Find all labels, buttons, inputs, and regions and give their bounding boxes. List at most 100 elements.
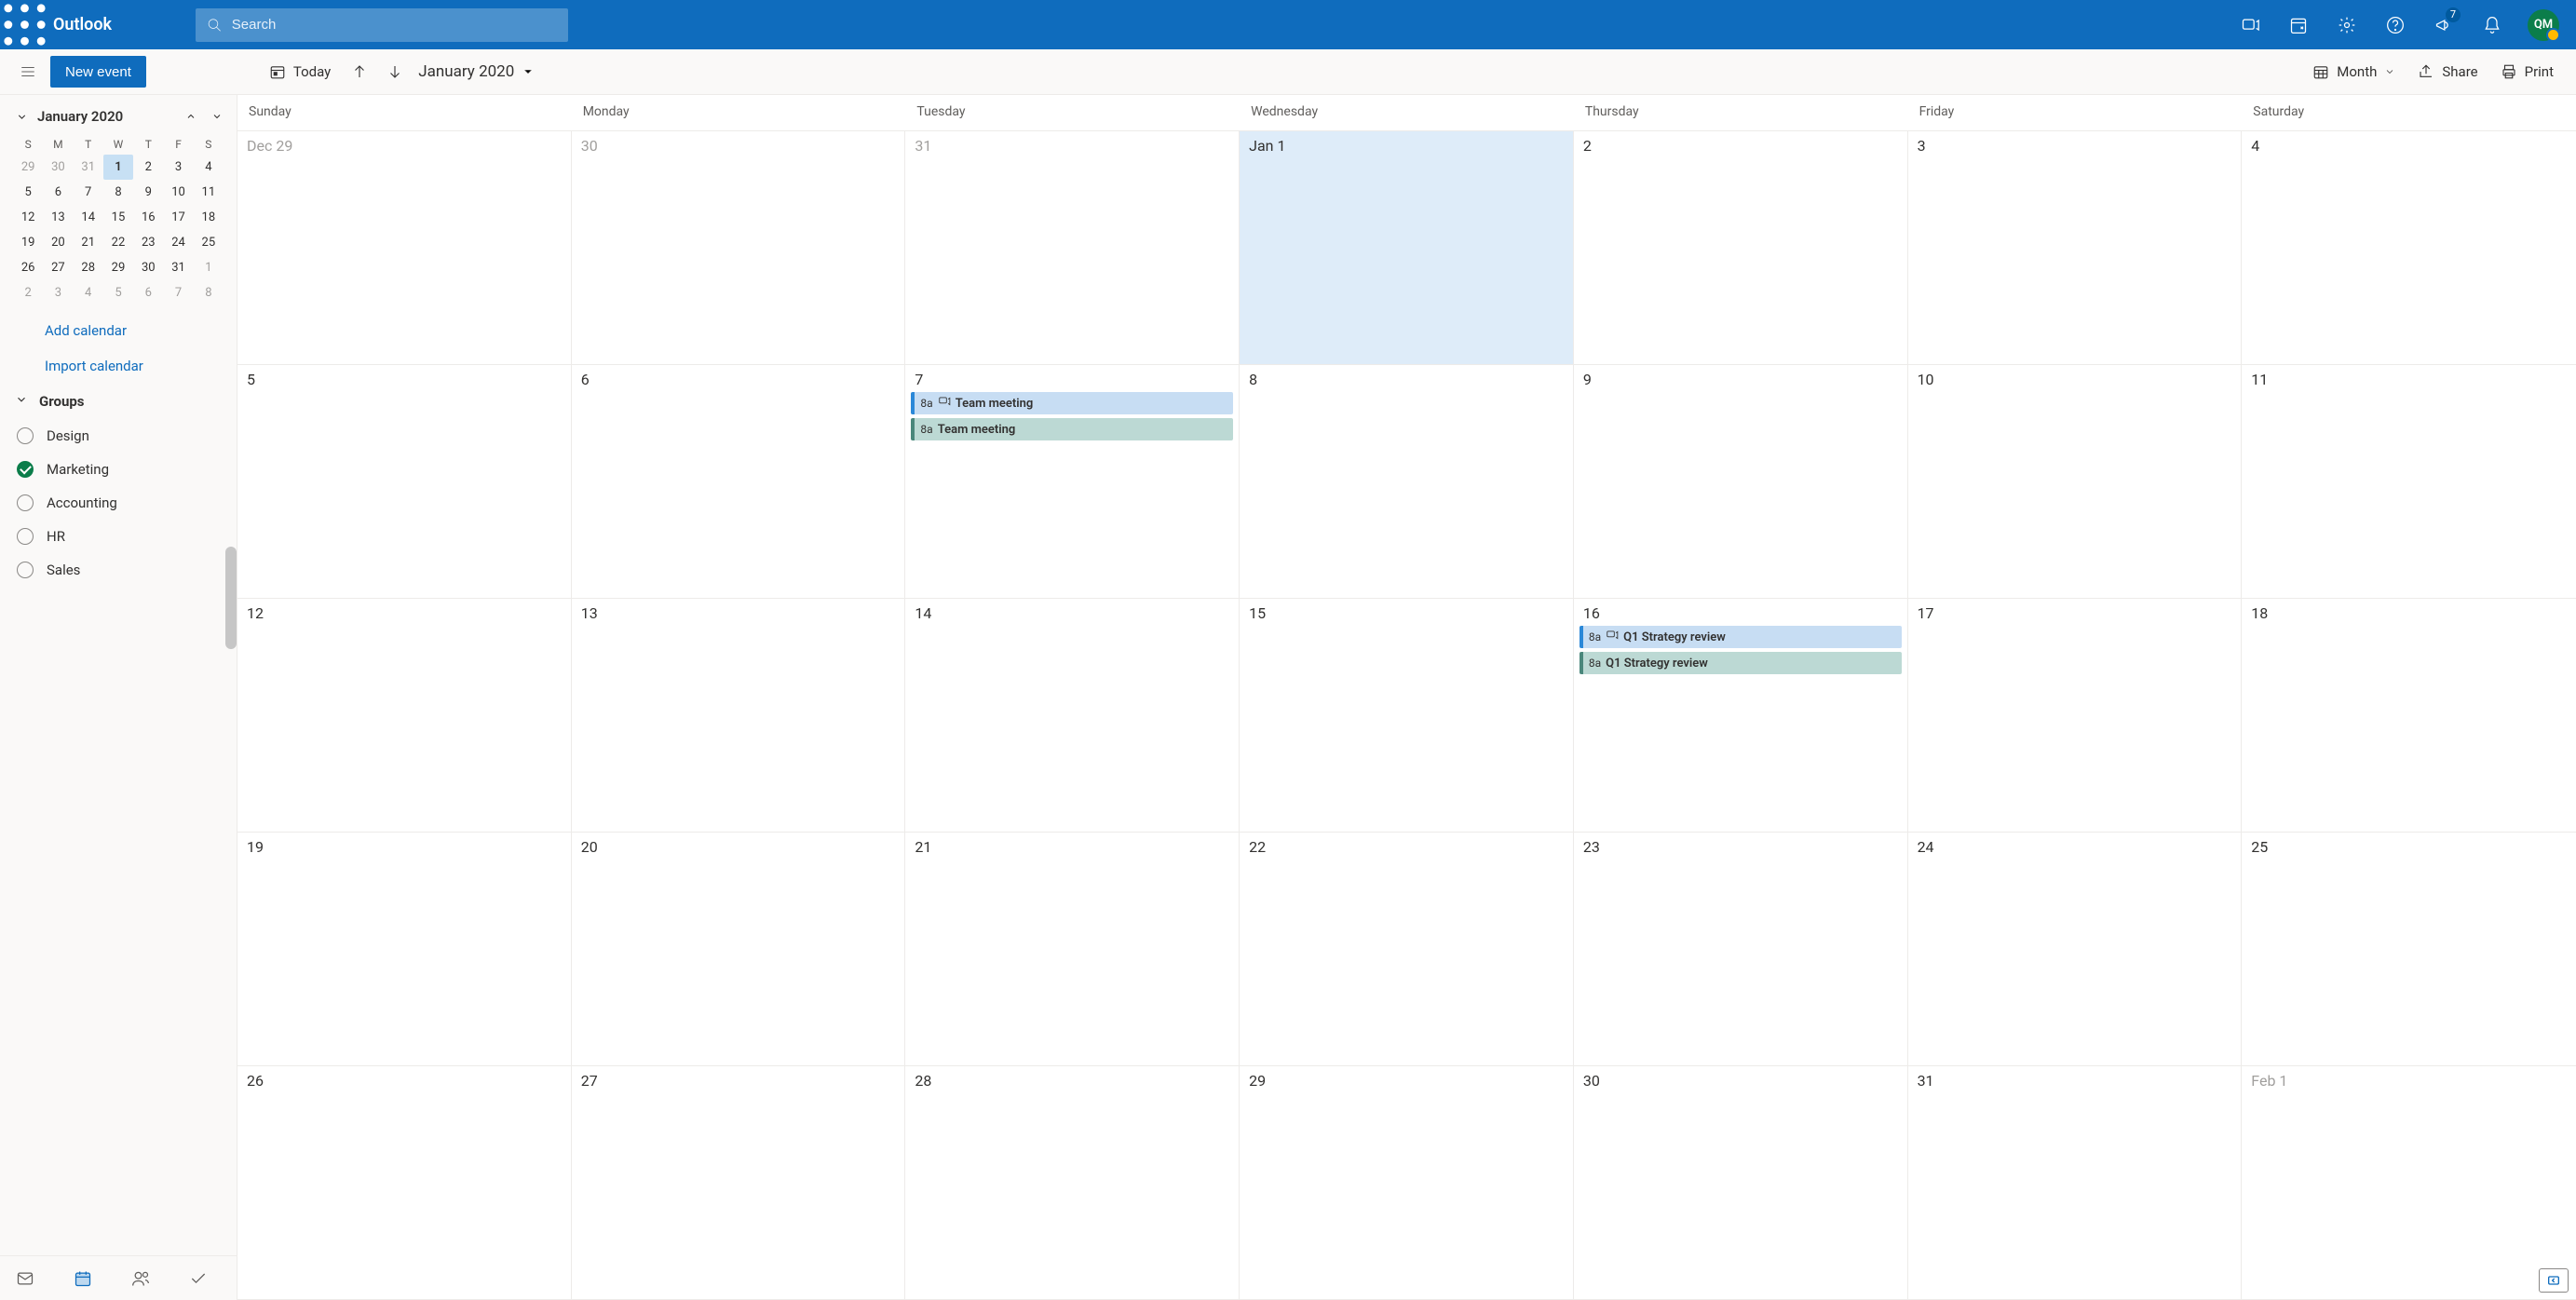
mini-day[interactable]: 25 bbox=[194, 230, 224, 255]
mini-day[interactable]: 29 bbox=[13, 155, 43, 180]
mini-day[interactable]: 11 bbox=[194, 180, 224, 205]
day-cell[interactable]: 6 bbox=[572, 365, 906, 598]
day-cell[interactable]: 9 bbox=[1574, 365, 1908, 598]
help-icon[interactable] bbox=[2373, 0, 2418, 49]
day-cell[interactable]: 15 bbox=[1240, 599, 1574, 832]
mini-day[interactable]: 13 bbox=[43, 205, 73, 230]
teams-chat-icon[interactable] bbox=[2228, 0, 2272, 49]
day-cell[interactable]: 24 bbox=[1908, 833, 2243, 1065]
mini-day[interactable]: 1 bbox=[103, 155, 133, 180]
day-cell[interactable]: 10 bbox=[1908, 365, 2243, 598]
share-button[interactable]: Share bbox=[2407, 49, 2488, 95]
nav-toggle-button[interactable] bbox=[11, 55, 45, 88]
import-calendar-link[interactable]: Import calendar bbox=[0, 348, 237, 384]
app-launcher-button[interactable] bbox=[0, 0, 49, 49]
mini-day[interactable]: 28 bbox=[74, 255, 103, 280]
whats-new-icon[interactable]: 7 bbox=[2421, 0, 2466, 49]
mini-day[interactable]: 5 bbox=[13, 180, 43, 205]
calendar-event[interactable]: 8aTeam meeting bbox=[911, 418, 1233, 440]
day-cell[interactable]: Dec 29 bbox=[237, 131, 572, 364]
calendar-checkbox[interactable] bbox=[17, 461, 34, 478]
day-cell[interactable]: 23 bbox=[1574, 833, 1908, 1065]
calendar-event[interactable]: 8aQ1 Strategy review bbox=[1579, 652, 1902, 674]
mini-day[interactable]: 24 bbox=[163, 230, 193, 255]
day-cell[interactable]: 8 bbox=[1240, 365, 1574, 598]
mini-day[interactable]: 5 bbox=[103, 280, 133, 305]
settings-icon[interactable] bbox=[2325, 0, 2369, 49]
print-button[interactable]: Print bbox=[2489, 49, 2565, 95]
mini-day[interactable]: 7 bbox=[74, 180, 103, 205]
search-box[interactable] bbox=[196, 8, 568, 42]
sidebar-scrollbar[interactable] bbox=[225, 547, 237, 649]
day-cell[interactable]: 31 bbox=[905, 131, 1240, 364]
notifications-icon[interactable] bbox=[2470, 0, 2515, 49]
mini-day[interactable]: 23 bbox=[133, 230, 163, 255]
day-cell[interactable]: 19 bbox=[237, 833, 572, 1065]
groups-section-header[interactable]: Groups bbox=[0, 384, 237, 419]
day-cell[interactable]: 22 bbox=[1240, 833, 1574, 1065]
calendar-checkbox[interactable] bbox=[17, 427, 34, 444]
day-cell[interactable]: Jan 1 bbox=[1240, 131, 1574, 364]
mini-cal-collapse-button[interactable] bbox=[9, 104, 34, 129]
mini-day[interactable]: 4 bbox=[194, 155, 224, 180]
mini-day[interactable]: 14 bbox=[74, 205, 103, 230]
day-cell[interactable]: Feb 1 bbox=[2242, 1066, 2576, 1299]
mini-day[interactable]: 27 bbox=[43, 255, 73, 280]
day-cell[interactable]: 168aQ1 Strategy review8aQ1 Strategy revi… bbox=[1574, 599, 1908, 832]
day-cell[interactable]: 27 bbox=[572, 1066, 906, 1299]
mini-day[interactable]: 15 bbox=[103, 205, 133, 230]
prev-period-button[interactable] bbox=[342, 49, 377, 95]
mini-day[interactable]: 31 bbox=[74, 155, 103, 180]
day-cell[interactable]: 20 bbox=[572, 833, 906, 1065]
mini-day[interactable]: 8 bbox=[103, 180, 133, 205]
day-cell[interactable]: 18 bbox=[2242, 599, 2576, 832]
calendar-group-item[interactable]: Marketing bbox=[0, 453, 237, 486]
mini-day[interactable]: 10 bbox=[163, 180, 193, 205]
mail-app-button[interactable] bbox=[9, 1263, 41, 1294]
calendar-group-item[interactable]: HR bbox=[0, 520, 237, 553]
day-cell[interactable]: 13 bbox=[572, 599, 906, 832]
mini-day[interactable]: 4 bbox=[74, 280, 103, 305]
calendar-group-item[interactable]: Accounting bbox=[0, 486, 237, 520]
mini-day[interactable]: 21 bbox=[74, 230, 103, 255]
day-cell[interactable]: 25 bbox=[2242, 833, 2576, 1065]
view-switcher-button[interactable]: Month bbox=[2301, 49, 2407, 95]
next-period-button[interactable] bbox=[377, 49, 413, 95]
mini-day[interactable]: 2 bbox=[133, 155, 163, 180]
mini-day[interactable]: 1 bbox=[194, 255, 224, 280]
new-event-button[interactable]: New event bbox=[50, 56, 146, 88]
day-cell[interactable]: 5 bbox=[237, 365, 572, 598]
date-picker-button[interactable]: January 2020 bbox=[413, 62, 540, 81]
todo-app-button[interactable] bbox=[183, 1263, 214, 1294]
mini-day[interactable]: 30 bbox=[133, 255, 163, 280]
day-cell[interactable]: 14 bbox=[905, 599, 1240, 832]
mini-day[interactable]: 29 bbox=[103, 255, 133, 280]
mini-cal-prev-button[interactable] bbox=[179, 104, 203, 129]
mini-day[interactable]: 9 bbox=[133, 180, 163, 205]
search-input[interactable] bbox=[232, 17, 557, 33]
day-cell[interactable]: 29 bbox=[1240, 1066, 1574, 1299]
mini-day[interactable]: 30 bbox=[43, 155, 73, 180]
day-cell[interactable]: 3 bbox=[1908, 131, 2243, 364]
day-cell[interactable]: 12 bbox=[237, 599, 572, 832]
today-button[interactable]: Today bbox=[258, 49, 342, 95]
calendar-checkbox[interactable] bbox=[17, 494, 34, 511]
day-cell[interactable]: 30 bbox=[1574, 1066, 1908, 1299]
calendar-event[interactable]: 8aTeam meeting bbox=[911, 392, 1233, 414]
mini-cal-next-button[interactable] bbox=[205, 104, 229, 129]
calendar-group-item[interactable]: Design bbox=[0, 419, 237, 453]
mini-day[interactable]: 31 bbox=[163, 255, 193, 280]
account-avatar[interactable]: QM bbox=[2528, 9, 2559, 41]
mini-day[interactable]: 3 bbox=[163, 155, 193, 180]
mini-day[interactable]: 26 bbox=[13, 255, 43, 280]
day-cell[interactable]: 2 bbox=[1574, 131, 1908, 364]
day-cell[interactable]: 26 bbox=[237, 1066, 572, 1299]
mini-day[interactable]: 19 bbox=[13, 230, 43, 255]
mini-day[interactable]: 18 bbox=[194, 205, 224, 230]
day-cell[interactable]: 4 bbox=[2242, 131, 2576, 364]
calendar-event[interactable]: 8aQ1 Strategy review bbox=[1579, 626, 1902, 648]
people-app-button[interactable] bbox=[125, 1263, 156, 1294]
mini-day[interactable]: 3 bbox=[43, 280, 73, 305]
day-cell[interactable]: 31 bbox=[1908, 1066, 2243, 1299]
calendar-checkbox[interactable] bbox=[17, 562, 34, 578]
